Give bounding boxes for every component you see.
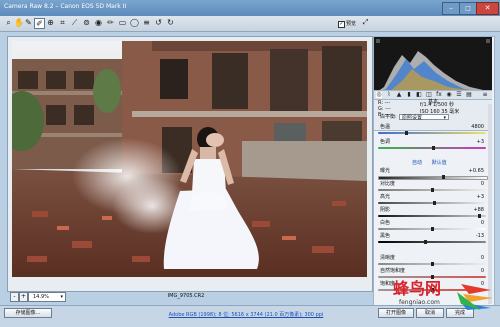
temperature-label: 色温 [380, 124, 391, 130]
whites-label: 白色 [380, 220, 391, 226]
white-balance-select[interactable]: 原照设置 ▾ [399, 114, 449, 121]
adjust-brush-icon[interactable]: ✏ [106, 18, 115, 27]
clarity-slider-thumb[interactable] [431, 262, 434, 266]
auto-link[interactable]: 自动 [412, 160, 422, 166]
exposure-slider-thumb[interactable] [442, 175, 445, 179]
highlights-slider[interactable] [378, 202, 486, 204]
default-link[interactable]: 默认值 [432, 160, 447, 166]
hsl-tab-icon[interactable]: ▮ [406, 92, 412, 98]
preview-checkbox[interactable]: ✓ [338, 21, 345, 28]
contrast-value[interactable]: 0 [462, 181, 484, 187]
presets-tab-icon[interactable]: ☰ [456, 92, 462, 98]
rotate-cw-icon[interactable]: ↻ [166, 18, 175, 27]
shadows-slider[interactable] [378, 215, 486, 217]
straighten-icon[interactable]: ⟋ [70, 18, 79, 27]
crop-icon[interactable]: ⌗ [58, 18, 67, 27]
blacks-slider[interactable] [378, 241, 486, 243]
whites-value[interactable]: 0 [462, 220, 484, 226]
graduated-filter-icon[interactable]: ▭ [118, 18, 127, 27]
tint-slider-thumb[interactable] [432, 146, 435, 150]
shadows-value[interactable]: +88 [462, 207, 484, 213]
exposure-label: 曝光 [380, 168, 391, 174]
exposure-slider[interactable] [378, 176, 488, 180]
workflow-options-link[interactable]: Adobe RGB (1998); 8 位; 5616 x 3744 (21.0… [125, 311, 367, 318]
target-adjust-icon[interactable]: ⊕ [46, 18, 55, 27]
whites-slider-thumb[interactable] [431, 227, 434, 231]
color-sampler-icon[interactable]: ✐ [34, 18, 45, 29]
tint-value[interactable]: +3 [462, 139, 484, 145]
panel-menu-icon[interactable]: ≡ [482, 92, 488, 98]
vibrance-label: 自然饱和度 [380, 268, 406, 274]
fengniao-watermark: 蜂鸟网 fengniao.com [391, 280, 494, 314]
photo-illustration [12, 41, 367, 277]
shadows-slider-thumb[interactable] [478, 214, 481, 218]
watermark-brand-cn: 蜂鸟网 [393, 279, 442, 298]
panel-section-title: 基本 [427, 99, 438, 105]
contrast-label: 对比度 [380, 181, 396, 187]
white-balance-label: 白平衡: [380, 114, 397, 120]
maximize-button[interactable]: □ [459, 2, 477, 15]
minimize-button[interactable]: – [442, 2, 460, 15]
white-balance-value: 原照设置 [402, 115, 423, 121]
close-button[interactable]: ✕ [476, 2, 499, 15]
blacks-label: 黑色 [380, 233, 391, 239]
split-toning-tab-icon[interactable]: ◧ [416, 92, 422, 98]
temperature-slider[interactable] [378, 132, 486, 134]
fullscreen-icon[interactable]: ⤢ [361, 18, 370, 27]
radial-filter-icon[interactable]: ◯ [130, 18, 139, 27]
rotate-ccw-icon[interactable]: ↺ [154, 18, 163, 27]
contrast-slider-thumb[interactable] [431, 188, 434, 192]
exposure-value[interactable]: +0.65 [462, 168, 484, 174]
image-filename: IMG_9705.CR2 [167, 293, 205, 299]
highlights-label: 高光 [380, 194, 391, 200]
blacks-value[interactable]: -13 [462, 233, 484, 239]
save-image-button[interactable]: 存储图像... [4, 308, 52, 318]
watermark-brand-url: fengniao.com [399, 299, 440, 306]
preview-photo[interactable] [12, 41, 367, 277]
temperature-value[interactable]: 4800 [462, 124, 484, 130]
basic-tab-icon[interactable]: ◎ [376, 92, 382, 98]
title-bar: Camera Raw 8.2 – Canon EOS 5D Mark II – … [0, 0, 500, 16]
camera-calibration-tab-icon[interactable]: ◉ [446, 92, 452, 98]
blacks-slider-thumb[interactable] [424, 240, 427, 244]
hand-icon[interactable]: ✋ [14, 18, 24, 27]
white-balance-icon[interactable]: ✎ [24, 18, 33, 27]
clarity-value[interactable]: 0 [462, 255, 484, 261]
preview-label: 预览 [346, 21, 357, 27]
auto-default-links: 自动 默认值 [412, 159, 447, 166]
tint-label: 色调 [380, 139, 391, 145]
highlights-slider-thumb[interactable] [433, 201, 436, 205]
clarity-label: 清晰度 [380, 255, 396, 261]
redeye-icon[interactable]: ◉ [94, 18, 103, 27]
tone-curve-tab-icon[interactable]: ⌇ [386, 92, 392, 98]
zoom-icon[interactable]: ⌕ [4, 18, 13, 27]
histogram [374, 37, 492, 94]
window-controls: – □ ✕ [442, 2, 499, 15]
tool-bar: ⌕ ✋ ✎ ✐ ⊕ ⌗ ⟋ ⊚ ◉ ✏ ▭ ◯ ≡ ↺ ↻ ✓ 预览 ⤢ [0, 16, 500, 32]
temperature-slider-thumb[interactable] [405, 131, 408, 135]
detail-tab-icon[interactable]: ▲ [396, 92, 402, 98]
effects-tab-icon[interactable]: fx [436, 92, 442, 98]
window-title: Camera Raw 8.2 – Canon EOS 5D Mark II [4, 3, 127, 10]
histogram-graph [374, 37, 492, 94]
shadows-label: 阴影 [380, 207, 391, 213]
lens-tab-icon[interactable]: ◫ [426, 92, 432, 98]
snapshots-tab-icon[interactable]: ▤ [466, 92, 472, 98]
panel-scrollbar[interactable] [488, 104, 492, 304]
menu-icon[interactable]: ≡ [142, 18, 151, 27]
vibrance-value[interactable]: 0 [462, 268, 484, 274]
highlights-value[interactable]: +3 [462, 194, 484, 200]
spot-removal-icon[interactable]: ⊚ [82, 18, 91, 27]
chevron-down-icon: ▾ [443, 115, 446, 121]
